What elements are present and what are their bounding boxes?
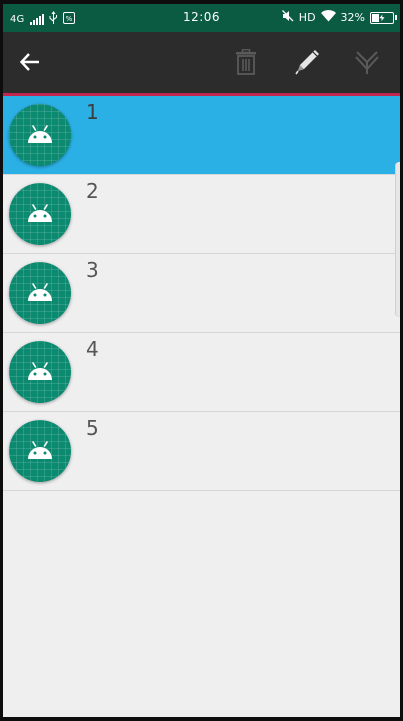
device-frame: 4G % 12:06 HD 32% 1 2 3 4 5 <box>0 0 403 721</box>
select-all-button[interactable] <box>349 44 385 80</box>
item-label: 5 <box>86 416 99 440</box>
avatar <box>9 104 71 166</box>
list-item[interactable]: 1 <box>3 96 400 175</box>
avatar <box>9 341 71 403</box>
android-icon <box>28 283 52 301</box>
action-toolbar <box>3 32 400 96</box>
wifi-icon <box>320 10 336 25</box>
delete-button[interactable] <box>228 44 264 80</box>
list-item[interactable]: 3 <box>3 254 400 333</box>
battery-icon <box>370 11 397 24</box>
scrollbar[interactable] <box>395 162 400 317</box>
mute-icon <box>281 10 294 25</box>
list-item[interactable]: 2 <box>3 175 400 254</box>
android-icon <box>28 441 52 459</box>
pencil-icon <box>295 50 319 75</box>
item-label: 3 <box>86 258 99 282</box>
edit-button[interactable] <box>289 44 325 80</box>
list-item[interactable]: 5 <box>3 412 400 491</box>
item-label: 2 <box>86 179 99 203</box>
app-screen: 4G % 12:06 HD 32% 1 2 3 4 5 <box>3 4 400 717</box>
item-label: 4 <box>86 337 99 361</box>
status-bar: 4G % 12:06 HD 32% <box>3 4 400 32</box>
status-right-group: HD 32% <box>281 10 397 25</box>
item-list: 1 2 3 4 5 <box>3 96 400 491</box>
item-label: 1 <box>86 100 99 124</box>
battery-percent: 32% <box>340 11 365 24</box>
avatar <box>9 262 71 324</box>
android-icon <box>28 125 52 143</box>
hd-label: HD <box>298 11 316 24</box>
trash-icon <box>236 49 256 75</box>
list-item[interactable]: 4 <box>3 333 400 412</box>
arrow-left-icon <box>19 53 39 71</box>
android-icon <box>28 204 52 222</box>
avatar <box>9 183 71 245</box>
back-button[interactable] <box>12 44 48 80</box>
android-icon <box>28 362 52 380</box>
select-all-icon <box>355 51 379 74</box>
avatar <box>9 420 71 482</box>
